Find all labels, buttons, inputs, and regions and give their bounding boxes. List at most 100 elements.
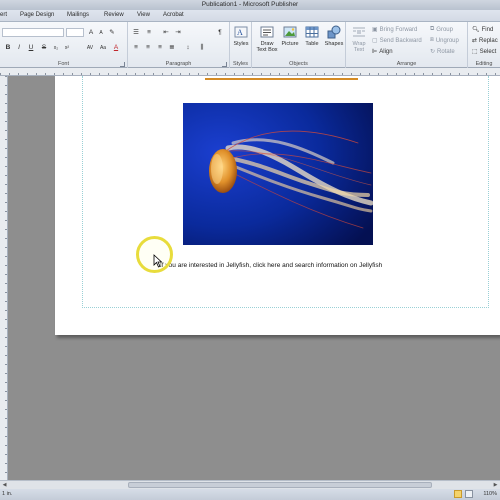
caption-text[interactable]: If you are interested in Jellyfish, clic… — [160, 262, 382, 269]
group-icon: ⧉ — [430, 26, 435, 32]
tab-mailings[interactable]: Mailings — [67, 12, 89, 18]
jellyfish-image — [183, 103, 373, 245]
font-dialog-launcher-icon[interactable] — [120, 62, 125, 67]
show-formatting-icon[interactable]: ¶ — [216, 29, 224, 37]
styles-button[interactable]: A Styles — [230, 25, 252, 57]
select-label: Select — [479, 48, 497, 55]
horizontal-ruler[interactable] — [0, 68, 500, 76]
wrap-label-2: Text — [353, 47, 365, 53]
ungroup-icon: ⧈ — [430, 37, 434, 43]
picture-label: Picture — [281, 41, 299, 47]
line-spacing-icon[interactable]: ↕ — [184, 44, 192, 52]
font-color-icon[interactable]: A — [112, 44, 120, 52]
strikethrough-icon[interactable]: S — [40, 44, 48, 52]
wrap-text-icon — [353, 27, 365, 37]
increase-indent-icon[interactable]: ⇥ — [174, 29, 182, 37]
font-size-combo[interactable] — [66, 28, 84, 37]
bold-icon[interactable]: B — [4, 44, 12, 52]
subscript-icon[interactable]: x₂ — [52, 44, 60, 52]
tab-review[interactable]: Review — [104, 12, 124, 18]
select-button[interactable]: ⬚ Select — [472, 47, 496, 56]
ungroup-button[interactable]: ⧈ Ungroup — [430, 36, 459, 45]
svg-text:A: A — [237, 28, 243, 37]
title-bar: Publication1 - Microsoft Publisher — [0, 0, 500, 10]
tab-page-design[interactable]: Page Design — [20, 12, 54, 18]
tab-acrobat[interactable]: Acrobat — [163, 12, 184, 18]
bring-forward-icon: ▣ — [372, 27, 378, 33]
window-title: Publication1 - Microsoft Publisher — [201, 1, 299, 8]
replace-button[interactable]: ⇄ Replac — [472, 36, 498, 45]
paragraph-group: ☰ ≡ ⇤ ⇥ ¶ ≡ ≡ ≡ ≣ ↕ ⫼ Paragraph — [128, 22, 230, 68]
shapes-button[interactable]: Shapes — [323, 25, 345, 57]
vertical-ruler[interactable] — [0, 76, 8, 480]
replace-icon: ⇄ — [472, 38, 478, 44]
paragraph-group-label: Paragraph — [165, 61, 192, 67]
scroll-left-icon[interactable]: ◀ — [1, 482, 8, 488]
styles-group: A Styles Styles — [230, 22, 252, 68]
group-button[interactable]: ⧉ Group — [430, 25, 453, 34]
font-name-combo[interactable] — [2, 28, 64, 37]
scroll-right-icon[interactable]: ▶ — [492, 482, 499, 488]
editing-group: 🔍︎ Find ⇄ Replac ⬚ Select Editing — [468, 22, 500, 68]
find-icon: 🔍︎ — [472, 27, 480, 33]
status-bar: 1 in. 110% — [0, 489, 500, 500]
rotate-icon: ↻ — [430, 49, 436, 55]
normal-view-icon[interactable] — [454, 490, 462, 498]
grow-font-icon[interactable]: A — [87, 29, 95, 37]
justify-icon[interactable]: ≣ — [168, 44, 176, 52]
find-label: Find — [481, 26, 494, 33]
align-label: Align — [379, 48, 393, 55]
table-button[interactable]: Table — [301, 25, 323, 57]
align-button[interactable]: ⊫ Align — [372, 47, 393, 56]
align-left-icon[interactable]: ≡ — [132, 44, 140, 52]
ribbon: A A ✎ B I U S x₂ x² AV Aa A Font ☰ ≡ ⇤ ⇥… — [0, 22, 500, 68]
draw-text-box-button[interactable]: Draw Text Box — [256, 25, 278, 57]
bring-forward-button[interactable]: ▣ Bring Forward — [372, 25, 417, 34]
align-center-icon[interactable]: ≡ — [144, 44, 152, 52]
send-backward-button[interactable]: ▢ Send Backward — [372, 36, 422, 45]
decrease-indent-icon[interactable]: ⇤ — [162, 29, 170, 37]
superscript-icon[interactable]: x² — [63, 44, 71, 52]
tab-view[interactable]: View — [137, 12, 150, 18]
shrink-font-icon[interactable]: A — [97, 29, 105, 37]
zoom-level[interactable]: 110% — [483, 491, 497, 497]
mouse-pointer-icon — [153, 254, 163, 268]
send-backward-label: Send Backward — [379, 37, 422, 44]
horizontal-scrollbar[interactable]: ◀ ▶ — [0, 480, 500, 489]
replace-label: Replac — [479, 37, 498, 44]
numbering-icon[interactable]: ≡ — [145, 29, 153, 37]
two-page-view-icon[interactable] — [465, 490, 473, 498]
align-icon: ⊫ — [372, 49, 378, 55]
ribbon-tabs: ert Page Design Mailings Review View Acr… — [0, 10, 500, 22]
rotate-label: Rotate — [437, 48, 455, 55]
scrollbar-thumb[interactable] — [128, 482, 432, 488]
italic-icon[interactable]: I — [15, 44, 23, 52]
underline-icon[interactable]: U — [27, 44, 35, 52]
editing-group-label: Editing — [475, 61, 493, 67]
change-case-icon[interactable]: Aa — [99, 44, 107, 52]
draw-label-2: Text Box — [256, 47, 278, 53]
select-icon: ⬚ — [472, 49, 478, 55]
font-group-label: Font — [57, 61, 69, 67]
picture-icon — [283, 26, 297, 38]
selected-frame-edge[interactable] — [205, 76, 358, 80]
ungroup-label: Ungroup — [435, 37, 459, 44]
columns-icon[interactable]: ⫼ — [198, 44, 206, 52]
objects-group-label: Objects — [289, 61, 308, 67]
table-label: Table — [305, 41, 319, 47]
tab-insert[interactable]: ert — [0, 12, 7, 18]
objects-group: Draw Text Box Picture Table Shapes Objec… — [252, 22, 346, 68]
bullets-icon[interactable]: ☰ — [132, 29, 140, 37]
group-label-text: Group — [436, 26, 453, 33]
shapes-label: Shapes — [324, 41, 344, 47]
jellyfish-picture[interactable] — [183, 103, 373, 245]
paragraph-dialog-launcher-icon[interactable] — [222, 62, 227, 67]
position-readout: 1 in. — [2, 491, 13, 497]
rotate-button[interactable]: ↻ Rotate — [430, 47, 455, 56]
align-right-icon[interactable]: ≡ — [156, 44, 164, 52]
clear-formatting-icon[interactable]: ✎ — [108, 29, 116, 37]
wrap-text-button[interactable]: Wrap Text — [348, 25, 370, 57]
find-button[interactable]: 🔍︎ Find — [472, 25, 493, 34]
character-spacing-icon[interactable]: AV — [86, 44, 94, 52]
picture-button[interactable]: Picture — [279, 25, 301, 57]
